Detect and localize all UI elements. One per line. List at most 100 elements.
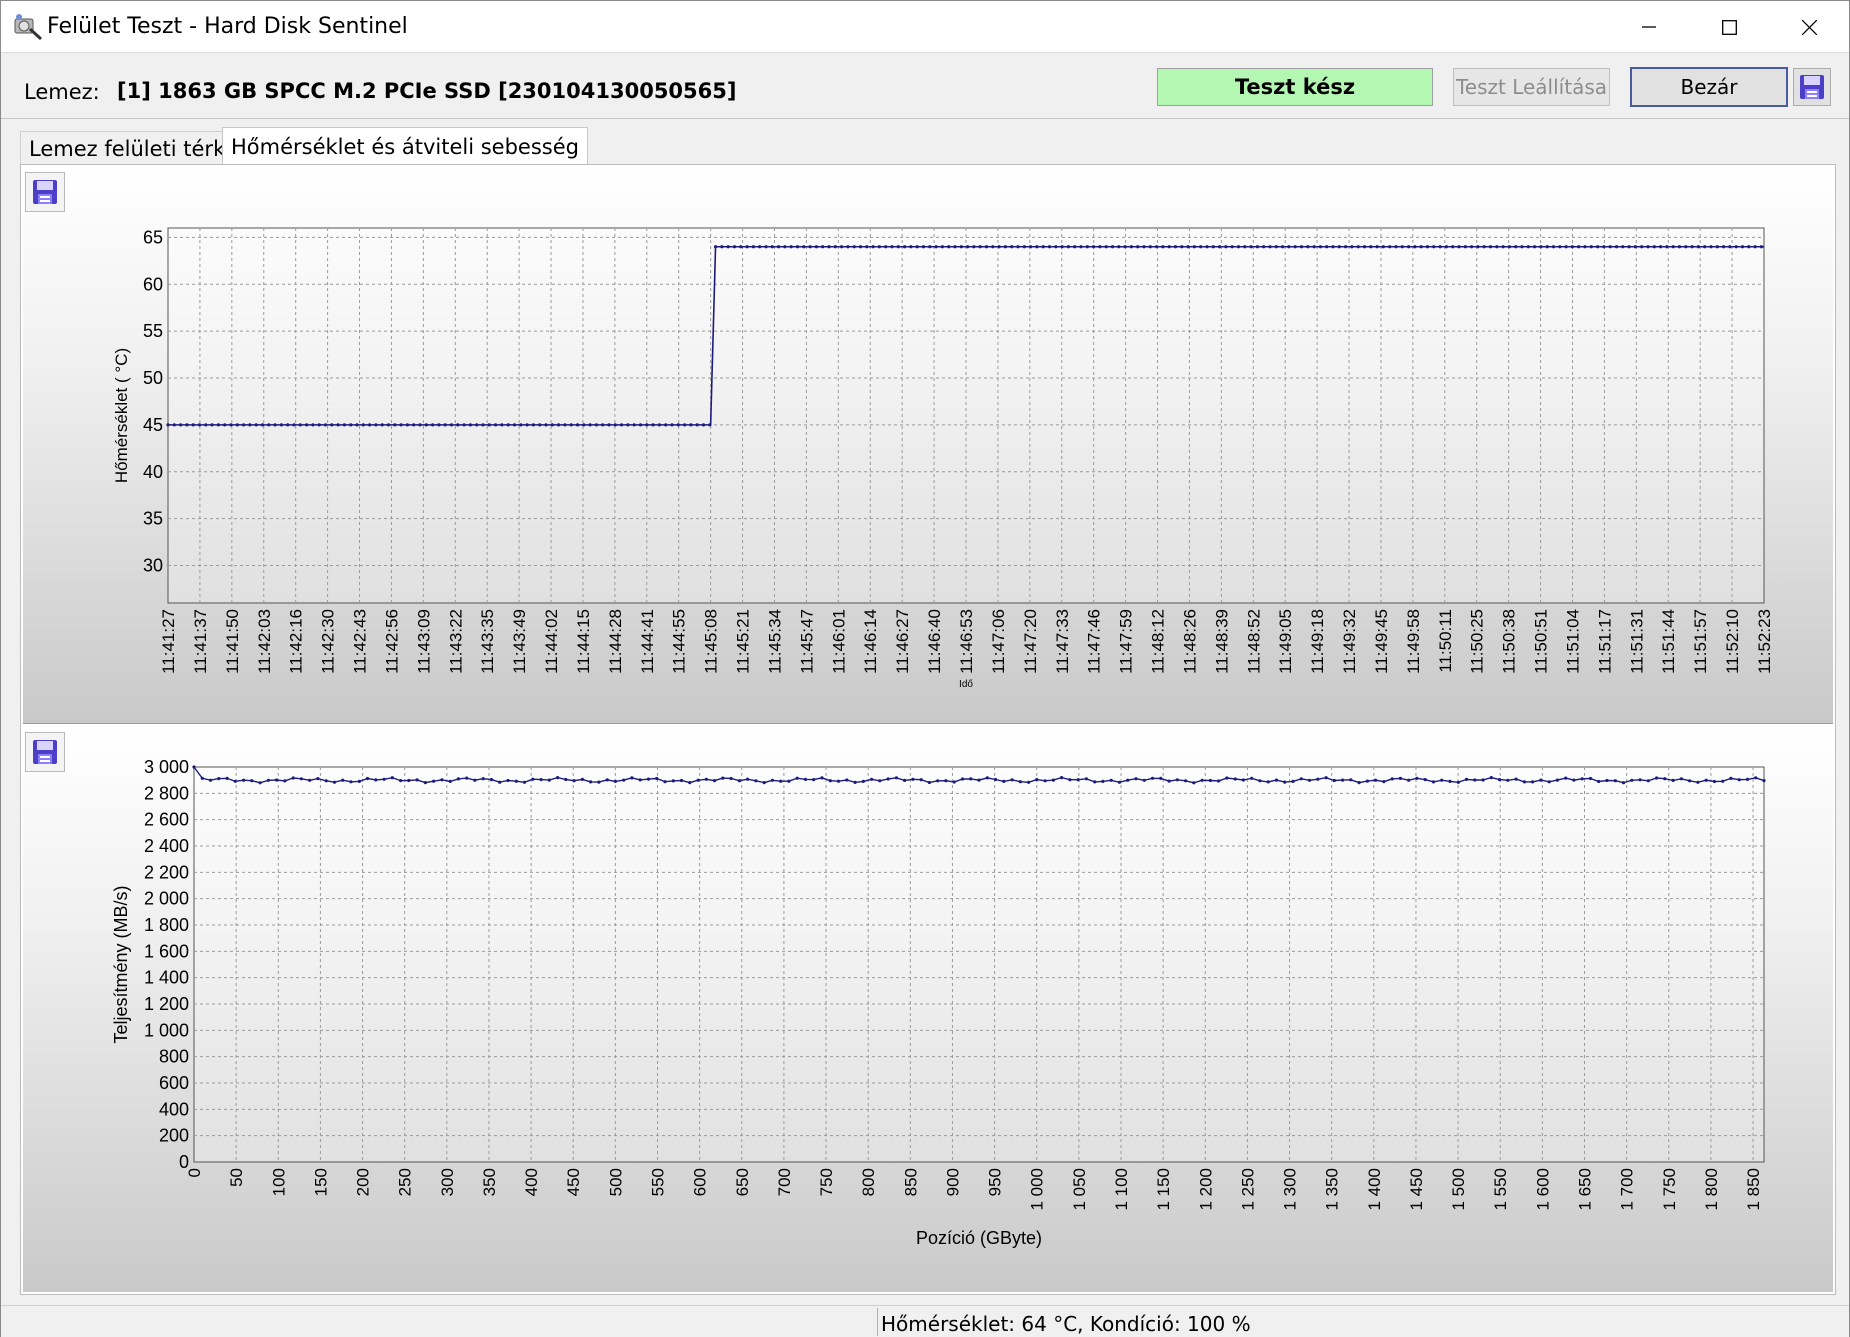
speed-data-point [671, 779, 675, 783]
speed-data-point [432, 779, 436, 783]
status-divider [877, 1308, 878, 1336]
x-tick-label: 350 [480, 1168, 499, 1196]
temperature-data-point [172, 423, 176, 427]
speed-data-point [242, 778, 246, 782]
temperature-data-point [191, 423, 195, 427]
speed-data-point [762, 781, 766, 785]
x-tick-label: 11:44:28 [606, 609, 625, 674]
temperature-data-point [664, 423, 668, 427]
temperature-data-point [959, 245, 963, 249]
minimize-button[interactable] [1609, 1, 1689, 53]
temperature-data-point [884, 245, 888, 249]
speed-data-point [374, 778, 378, 782]
temperature-data-point [1180, 245, 1184, 249]
temperature-data-point [1255, 245, 1259, 249]
save-report-button[interactable] [1793, 68, 1831, 106]
temperature-data-point [431, 423, 435, 427]
temperature-data-point [777, 245, 781, 249]
window-title: Felület Teszt - Hard Disk Sentinel [47, 14, 408, 39]
temperature-data-point [1199, 245, 1203, 249]
temperature-data-point [1224, 245, 1228, 249]
temperature-data-point [909, 245, 913, 249]
speed-data-point [448, 779, 452, 783]
temperature-data-point [1350, 245, 1354, 249]
temperature-data-point [1425, 245, 1430, 249]
speed-data-point [1101, 779, 1105, 783]
temperature-data-point [1659, 245, 1663, 249]
speed-data-point [1316, 777, 1320, 781]
test-status-button[interactable]: Teszt kész [1157, 68, 1433, 106]
temperature-data-point [1104, 245, 1108, 249]
speed-data-point [250, 779, 254, 783]
temperature-data-point [500, 423, 504, 427]
temperature-data-point [1621, 245, 1625, 249]
temperature-data-point [462, 423, 466, 427]
x-tick-label: 11:50:51 [1532, 609, 1551, 674]
stop-test-button[interactable]: Teszt Leállítása [1453, 68, 1610, 106]
x-tick-label: 1 350 [1323, 1168, 1342, 1211]
speed-data-point [969, 777, 973, 781]
speed-data-point [1307, 778, 1312, 782]
temperature-data-point [1451, 245, 1455, 249]
speed-data-point [1374, 778, 1378, 782]
x-tick-label: 11:48:12 [1149, 609, 1168, 674]
speed-data-point [1200, 778, 1204, 782]
speed-data-point [803, 777, 808, 781]
temperature-data-point [267, 423, 271, 427]
x-tick-label: 850 [901, 1168, 920, 1196]
temperature-data-point [1262, 245, 1266, 249]
x-tick-label: 300 [438, 1168, 457, 1196]
temperature-data-point [1640, 245, 1644, 249]
speed-data-point [399, 779, 403, 783]
temperature-data-point [494, 423, 498, 427]
speed-data-point [911, 777, 915, 781]
temperature-data-point [336, 423, 340, 427]
temperature-data-point [632, 423, 636, 427]
speed-data-point [1423, 778, 1427, 782]
x-tick-label: 11:47:20 [1021, 609, 1040, 674]
temperature-data-point [846, 245, 850, 249]
speed-data-point [1646, 779, 1650, 783]
temperature-data-point [921, 245, 926, 249]
maximize-button[interactable] [1689, 1, 1769, 53]
temperature-data-point [1148, 245, 1152, 249]
speed-data-point [952, 780, 956, 784]
temperature-data-point [1041, 245, 1045, 249]
temperature-data-point [399, 423, 403, 427]
x-tick-label: 11:49:32 [1340, 609, 1359, 674]
speed-data-point [704, 777, 708, 781]
speed-data-point [1002, 779, 1006, 783]
temperature-data-point [1432, 245, 1436, 249]
temperature-data-point [1564, 245, 1568, 249]
speed-data-point [1076, 778, 1080, 782]
speed-data-point [423, 781, 427, 785]
temperature-data-point [506, 423, 510, 427]
temperature-data-point [1394, 245, 1398, 249]
y-tick-label: 2 600 [144, 810, 189, 830]
temperature-data-point [1539, 245, 1543, 249]
temperature-data-point [1192, 245, 1196, 249]
x-tick-label: 600 [691, 1168, 710, 1196]
speed-data-point [1605, 778, 1609, 783]
close-window-button[interactable] [1769, 1, 1849, 53]
close-button[interactable]: Bezár [1630, 67, 1788, 107]
speed-data-point [870, 777, 874, 781]
temperature-data-point [1633, 245, 1637, 249]
speed-data-point [556, 776, 560, 780]
temperature-data-point [739, 245, 743, 249]
x-axis-title: Idő [959, 679, 973, 690]
speed-data-point [531, 777, 535, 781]
temperature-data-point [393, 423, 397, 427]
temperature-data-point [424, 423, 428, 427]
tab-temperature-speed[interactable]: Hőmérséklet és átviteli sebesség [222, 127, 588, 165]
temperature-data-point [242, 423, 246, 427]
x-tick-label: 1 000 [1028, 1168, 1047, 1211]
temperature-data-point [947, 245, 951, 249]
x-tick-label: 800 [859, 1168, 878, 1196]
temperature-data-point [789, 245, 793, 249]
y-tick-label: 1 000 [144, 1020, 189, 1040]
speed-data-point [1547, 780, 1551, 784]
x-tick-label: 1 500 [1449, 1168, 1468, 1211]
temperature-data-point [601, 423, 605, 427]
temperature-data-point [481, 423, 485, 427]
